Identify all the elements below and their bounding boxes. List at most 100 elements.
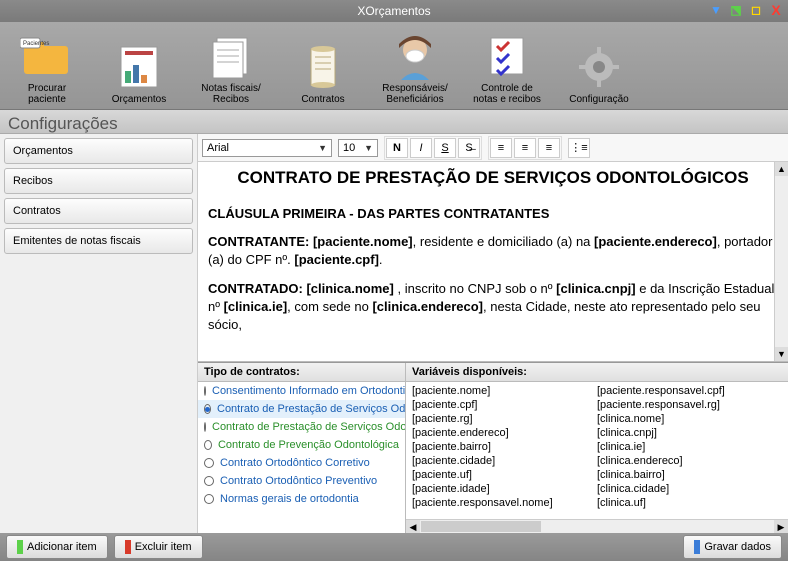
tool-configuracao[interactable]: Configuração [560, 26, 638, 105]
variable-item[interactable]: [clinica.cnpj] [597, 426, 782, 440]
tool-label: Responsáveis/ Beneficiários [382, 83, 448, 105]
tool-label: Contratos [301, 94, 344, 105]
scroll-up-icon[interactable]: ▲ [775, 162, 788, 176]
tool-label: Configuração [569, 94, 628, 105]
variable-item[interactable]: [clinica.endereco] [597, 454, 782, 468]
scroll-thumb[interactable] [421, 521, 541, 532]
variable-item[interactable]: [paciente.responsavel.rg] [597, 398, 782, 412]
variables-column-1: [paciente.nome][paciente.cpf][paciente.r… [412, 384, 597, 517]
strike-button[interactable]: S̶ [458, 138, 480, 158]
clause-heading: CLÁUSULA PRIMEIRA - DAS PARTES CONTRATAN… [208, 206, 778, 221]
italic-button[interactable]: I [410, 138, 432, 158]
save-data-button[interactable]: Gravar dados [683, 535, 782, 559]
tool-controle-notas[interactable]: Controle de notas e recibos [468, 26, 546, 105]
radio-icon[interactable] [204, 440, 212, 450]
contract-row[interactable]: Contrato de Prevenção Odontológica [198, 436, 405, 454]
section-title: Configurações [0, 110, 788, 134]
contract-row[interactable]: Contrato Ortodôntico Preventivo [198, 472, 405, 490]
window-controls: ▼ ⬔ ◻ X [708, 2, 784, 18]
contract-row[interactable]: Consentimento Informado em Ortodontia [198, 382, 405, 400]
horizontal-scrollbar[interactable]: ◀ ▶ [406, 519, 788, 533]
sidebar-item-emitentes[interactable]: Emitentes de notas fiscais [4, 228, 193, 254]
main-toolbar: Pacientes Procurar paciente Orçamentos N… [0, 22, 788, 110]
variable-item[interactable]: [paciente.endereco] [412, 426, 597, 440]
variable-item[interactable]: [paciente.rg] [412, 412, 597, 426]
sidebar-item-contratos[interactable]: Contratos [4, 198, 193, 224]
chevron-down-icon: ▼ [318, 143, 327, 153]
variable-item[interactable]: [clinica.cidade] [597, 482, 782, 496]
variable-item[interactable]: [paciente.bairro] [412, 440, 597, 454]
paragraph-contratado: CONTRATADO: [clinica.nome] , inscrito no… [208, 280, 778, 333]
variable-item[interactable]: [paciente.cpf] [412, 398, 597, 412]
vertical-scrollbar[interactable]: ▲ ▼ [774, 162, 788, 361]
variables-header: Variáveis disponíveis: [406, 363, 788, 382]
radio-icon[interactable] [204, 494, 214, 504]
minimize-icon[interactable]: ◻ [748, 2, 764, 18]
document-chart-icon [112, 42, 166, 92]
contract-list: Consentimento Informado em Ortodontia Con… [198, 382, 405, 533]
tool-label: Orçamentos [112, 94, 166, 105]
scroll-left-icon[interactable]: ◀ [406, 520, 420, 533]
underline-button[interactable]: S [434, 138, 456, 158]
footer-bar: Adicionar item Excluir item Gravar dados [0, 533, 788, 561]
align-left-button[interactable]: ≡ [490, 138, 512, 158]
sidebar: Orçamentos Recibos Contratos Emitentes d… [0, 134, 198, 533]
align-right-button[interactable]: ≡ [538, 138, 560, 158]
paragraph-contratante: CONTRATANTE: [paciente.nome], residente … [208, 233, 778, 268]
variable-item[interactable]: [clinica.nome] [597, 412, 782, 426]
variable-item[interactable]: [clinica.ie] [597, 440, 782, 454]
radio-icon[interactable] [204, 476, 214, 486]
window-title: XOrçamentos [357, 4, 430, 18]
gear-icon [572, 42, 626, 92]
document-title: CONTRATO DE PRESTAÇÃO DE SERVIÇOS ODONTO… [208, 168, 778, 188]
close-icon[interactable]: X [768, 2, 784, 18]
size-value: 10 [343, 142, 355, 154]
red-marker-icon [125, 540, 131, 554]
radio-icon[interactable] [204, 386, 206, 396]
radio-icon[interactable] [204, 458, 214, 468]
font-size-select[interactable]: 10 ▼ [338, 139, 378, 157]
variable-item[interactable]: [paciente.nome] [412, 384, 597, 398]
add-item-button[interactable]: Adicionar item [6, 535, 108, 559]
bullet-list-button[interactable]: ⋮≡ [568, 138, 590, 158]
contract-label: Consentimento Informado em Ortodontia [212, 385, 405, 397]
font-select[interactable]: Arial ▼ [202, 139, 332, 157]
svg-text:Pacientes: Pacientes [23, 41, 49, 47]
variable-item[interactable]: [clinica.uf] [597, 496, 782, 510]
scroll-down-icon[interactable]: ▼ [775, 347, 788, 361]
tool-procurar-paciente[interactable]: Pacientes Procurar paciente [8, 26, 86, 105]
contract-label: Contrato de Prevenção Odontológica [218, 439, 399, 451]
chevron-down-icon: ▼ [364, 143, 373, 153]
contract-label: Contrato Ortodôntico Corretivo [220, 457, 370, 469]
tool-orcamentos[interactable]: Orçamentos [100, 26, 178, 105]
sidebar-item-orcamentos[interactable]: Orçamentos [4, 138, 193, 164]
tool-responsaveis[interactable]: Responsáveis/ Beneficiários [376, 26, 454, 105]
receipt-stack-icon [204, 31, 258, 81]
radio-icon[interactable] [204, 404, 211, 414]
blue-marker-icon [694, 540, 700, 554]
bold-button[interactable]: N [386, 138, 408, 158]
variable-item[interactable]: [paciente.cidade] [412, 454, 597, 468]
green-marker-icon [17, 540, 23, 554]
radio-icon[interactable] [204, 422, 206, 432]
delete-item-button[interactable]: Excluir item [114, 535, 203, 559]
tool-notas-fiscais[interactable]: Notas fiscais/ Recibos [192, 26, 270, 105]
align-center-button[interactable]: ≡ [514, 138, 536, 158]
variable-item[interactable]: [paciente.responsavel.nome] [412, 496, 597, 510]
document-editor[interactable]: CONTRATO DE PRESTAÇÃO DE SERVIÇOS ODONTO… [198, 162, 788, 362]
scroll-right-icon[interactable]: ▶ [774, 520, 788, 533]
contract-row[interactable]: Contrato de Prestação de Serviços Odo [198, 400, 405, 418]
folder-patient-icon: Pacientes [20, 31, 74, 81]
tool-contratos[interactable]: Contratos [284, 26, 362, 105]
variable-item[interactable]: [clinica.bairro] [597, 468, 782, 482]
sidebar-item-recibos[interactable]: Recibos [4, 168, 193, 194]
variable-item[interactable]: [paciente.idade] [412, 482, 597, 496]
variable-item[interactable]: [paciente.uf] [412, 468, 597, 482]
maximize-icon[interactable]: ⬔ [728, 2, 744, 18]
variable-item[interactable]: [paciente.responsavel.cpf] [597, 384, 782, 398]
contract-row[interactable]: Contrato de Prestação de Serviços Odo [198, 418, 405, 436]
pin-icon[interactable]: ▼ [708, 2, 724, 18]
contracts-header: Tipo de contratos: [198, 363, 405, 382]
contract-row[interactable]: Normas gerais de ortodontia [198, 490, 405, 508]
contract-row[interactable]: Contrato Ortodôntico Corretivo [198, 454, 405, 472]
